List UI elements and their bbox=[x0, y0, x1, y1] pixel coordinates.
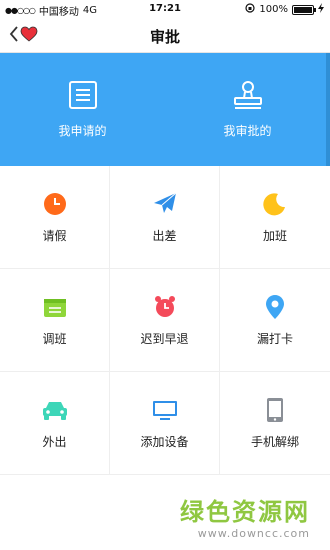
business-trip-label: 出差 bbox=[152, 228, 177, 243]
add-device-label: 添加设备 bbox=[140, 434, 189, 449]
unbind-phone-button[interactable]: 手机解绑 bbox=[220, 372, 330, 475]
airplane-icon bbox=[152, 191, 178, 217]
hero-edge bbox=[326, 53, 330, 166]
shift-change-button[interactable]: 调班 bbox=[0, 269, 110, 372]
phone-icon bbox=[262, 397, 288, 423]
nav-bar: 审批 bbox=[0, 20, 330, 53]
schedule-icon bbox=[42, 294, 68, 320]
my-applications-label: 我申请的 bbox=[58, 124, 107, 138]
add-device-button[interactable]: 添加设备 bbox=[110, 372, 220, 475]
my-applications-button[interactable]: 我申请的 bbox=[0, 53, 165, 166]
business-trip-button[interactable]: 出差 bbox=[110, 166, 220, 269]
missed-punch-button[interactable]: 漏打卡 bbox=[220, 269, 330, 372]
status-right: 100% bbox=[245, 3, 324, 16]
hero-panel: 我申请的 我审批的 bbox=[0, 53, 330, 166]
page-title: 审批 bbox=[149, 28, 180, 46]
location-pin-icon bbox=[262, 294, 288, 320]
clock-icon bbox=[42, 191, 68, 217]
document-icon bbox=[68, 80, 98, 122]
overtime-label: 加班 bbox=[262, 228, 287, 243]
watermark: 绿色资源网 www.downcc.com bbox=[180, 492, 310, 540]
shift-change-label: 调班 bbox=[42, 331, 67, 346]
battery-icon bbox=[292, 4, 316, 15]
moon-icon bbox=[262, 191, 288, 217]
approval-type-grid: 请假 出差 加班 调班 迟到早退 漏打卡 外出 添加设备 手机解绑 bbox=[0, 166, 330, 475]
alarm-clock-icon bbox=[152, 294, 178, 320]
leave-label: 请假 bbox=[42, 228, 67, 243]
my-approvals-label: 我审批的 bbox=[223, 124, 272, 138]
orientation-lock-icon bbox=[245, 3, 256, 16]
missed-punch-label: 漏打卡 bbox=[256, 331, 293, 346]
status-bar: ●●○○○ 中国移动 4G 17:21 100% bbox=[0, 0, 330, 20]
overtime-button[interactable]: 加班 bbox=[220, 166, 330, 269]
leave-button[interactable]: 请假 bbox=[0, 166, 110, 269]
battery-percent: 100% bbox=[259, 4, 288, 15]
late-early-label: 迟到早退 bbox=[140, 331, 189, 346]
stamp-icon bbox=[231, 80, 265, 122]
go-out-label: 外出 bbox=[42, 434, 67, 449]
charging-icon bbox=[318, 3, 324, 16]
car-icon bbox=[42, 397, 68, 423]
late-early-button[interactable]: 迟到早退 bbox=[110, 269, 220, 372]
watermark-text: 绿色资源网 bbox=[180, 498, 310, 526]
go-out-button[interactable]: 外出 bbox=[0, 372, 110, 475]
unbind-phone-label: 手机解绑 bbox=[250, 434, 299, 449]
monitor-icon bbox=[152, 397, 178, 423]
watermark-url: www.downcc.com bbox=[197, 527, 310, 540]
my-approvals-button[interactable]: 我审批的 bbox=[165, 53, 330, 166]
